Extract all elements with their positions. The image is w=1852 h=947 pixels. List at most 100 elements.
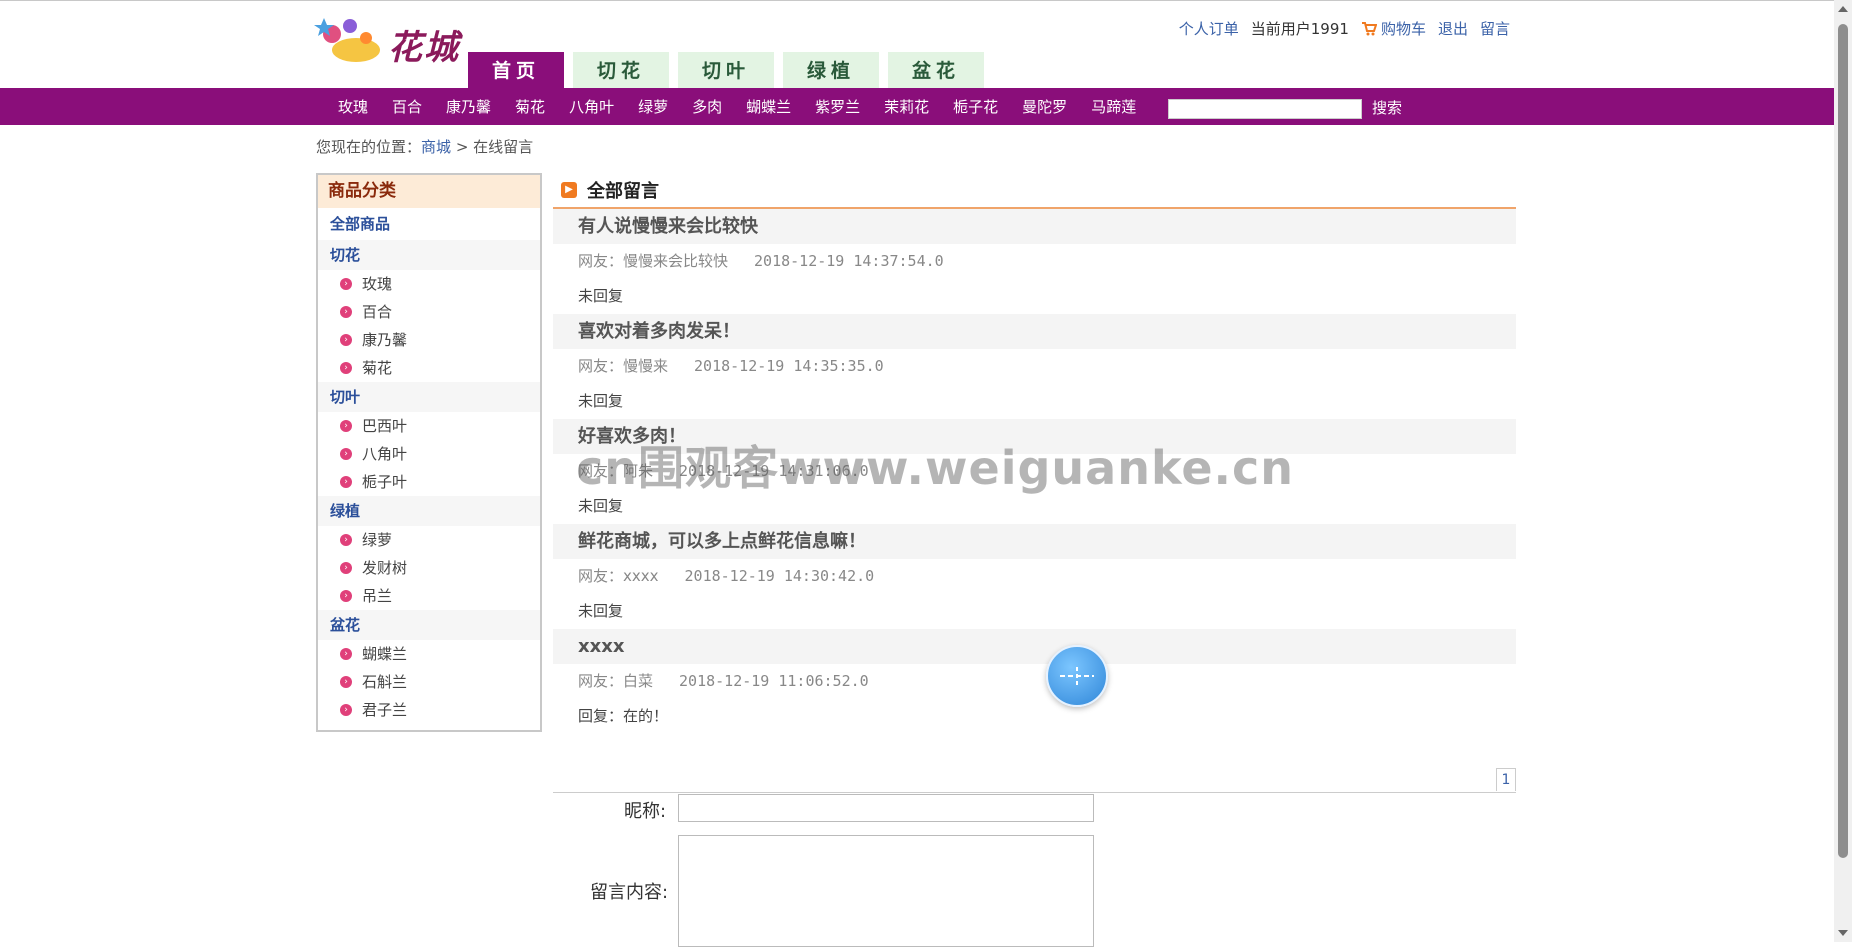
sidebar-item[interactable]: › 玫瑰 xyxy=(318,270,540,298)
message-meta: 网友：xxxx 2018-12-19 14:30:42.0 xyxy=(553,559,1516,594)
category-bar: 玫瑰 百合 康乃馨 菊花 八角叶 绿萝 多肉 蝴蝶兰 紫罗兰 茉莉花 栀子花 曼… xyxy=(0,88,1834,125)
scroll-down-icon[interactable] xyxy=(1838,930,1848,936)
scroll-thumb[interactable] xyxy=(1838,24,1848,858)
sidebar-item[interactable]: › 百合 xyxy=(318,298,540,326)
sidebar-item-label: 栀子叶 xyxy=(362,473,408,491)
message-content-field[interactable] xyxy=(678,835,1094,947)
message-title: xxxx xyxy=(553,629,1516,664)
sidebar-item[interactable]: › 绿萝 xyxy=(318,526,540,554)
category-nav: 玫瑰 百合 康乃馨 菊花 八角叶 绿萝 多肉 蝴蝶兰 紫罗兰 茉莉花 栀子花 曼… xyxy=(338,88,1160,125)
sidebar-item-label: 康乃馨 xyxy=(362,331,408,349)
tab-cut-flowers[interactable]: 切花 xyxy=(573,52,669,88)
category-link[interactable]: 曼陀罗 xyxy=(1022,96,1067,117)
message-item: xxxx 网友：白菜 2018-12-19 11:06:52.0 回复：在的！ xyxy=(553,629,1516,734)
sidebar-item-label: 发财树 xyxy=(362,559,408,577)
message-title: 有人说慢慢来会比较快 xyxy=(553,209,1516,244)
category-link[interactable]: 玫瑰 xyxy=(338,96,368,117)
message-meta: 网友：慢慢来 2018-12-19 14:35:35.0 xyxy=(553,349,1516,384)
bullet-icon: › xyxy=(340,420,352,432)
breadcrumb-current: 在线留言 xyxy=(473,138,534,156)
bullet-icon: › xyxy=(340,676,352,688)
cart-label: 购物车 xyxy=(1380,20,1426,38)
sidebar-item[interactable]: › 君子兰 xyxy=(318,696,540,724)
tab-potted-flowers[interactable]: 盆花 xyxy=(888,52,984,88)
category-link[interactable]: 绿萝 xyxy=(638,96,668,117)
sidebar-item-label: 蝴蝶兰 xyxy=(362,645,408,663)
site-logo[interactable]: 花城 xyxy=(314,12,464,68)
sidebar-title: 商品分类 xyxy=(318,175,540,208)
category-link[interactable]: 栀子花 xyxy=(953,96,998,117)
sidebar-item-label: 百合 xyxy=(362,303,393,321)
category-link[interactable]: 多肉 xyxy=(692,96,722,117)
search-button[interactable]: 搜索 xyxy=(1372,97,1402,118)
nickname-field[interactable] xyxy=(678,794,1094,822)
search-input[interactable] xyxy=(1168,99,1362,119)
pagination: 1 xyxy=(553,768,1516,793)
message-time: 2018-12-19 14:37:54.0 xyxy=(754,252,944,270)
logout-link[interactable]: 退出 xyxy=(1438,18,1468,39)
sidebar-group-green-plants[interactable]: 绿植 xyxy=(318,496,540,526)
category-link[interactable]: 紫罗兰 xyxy=(815,96,860,117)
sidebar-item[interactable]: › 发财树 xyxy=(318,554,540,582)
sidebar-item[interactable]: › 巴西叶 xyxy=(318,412,540,440)
watermark: cn围观客www.weiguanke.cn xyxy=(576,441,1295,495)
page-scrollbar[interactable] xyxy=(1834,0,1852,942)
page-number[interactable]: 1 xyxy=(1496,768,1516,791)
sidebar-group-cut-flowers[interactable]: 切花 xyxy=(318,240,540,270)
main-nav-tabs: 首页 切花 切叶 绿植 盆花 xyxy=(468,52,984,88)
floating-action-button[interactable] xyxy=(1046,645,1108,707)
bullet-icon: › xyxy=(340,362,352,374)
category-link[interactable]: 菊花 xyxy=(515,96,545,117)
message-time: 2018-12-19 14:30:42.0 xyxy=(684,567,875,585)
message-user: 网友：慢慢来会比较快 xyxy=(578,252,729,270)
bullet-icon: › xyxy=(340,704,352,716)
breadcrumb-separator: > xyxy=(455,138,469,156)
category-link[interactable]: 康乃馨 xyxy=(446,96,491,117)
logo-text: 花城 xyxy=(388,28,460,68)
sidebar-item[interactable]: › 菊花 xyxy=(318,354,540,382)
sidebar-item-label: 巴西叶 xyxy=(362,417,408,435)
message-user: 网友：慢慢来 xyxy=(578,357,669,375)
sidebar-item[interactable]: › 蝴蝶兰 xyxy=(318,640,540,668)
arrow-right-icon: ▶ xyxy=(561,182,577,198)
sidebar-item[interactable]: › 八角叶 xyxy=(318,440,540,468)
bullet-icon: › xyxy=(340,648,352,660)
tab-green-plants[interactable]: 绿植 xyxy=(783,52,879,88)
category-link[interactable]: 八角叶 xyxy=(569,96,614,117)
message-title: 鲜花商城，可以多上点鲜花信息嘛！ xyxy=(553,524,1516,559)
message-reply: 未回复 xyxy=(578,602,624,620)
message-time: 2018-12-19 11:06:52.0 xyxy=(679,672,869,690)
orders-link[interactable]: 个人订单 xyxy=(1179,18,1239,39)
sidebar-item[interactable]: › 吊兰 xyxy=(318,582,540,610)
message-item: 鲜花商城，可以多上点鲜花信息嘛！ 网友：xxxx 2018-12-19 14:30… xyxy=(553,524,1516,629)
sidebar-item[interactable]: › 康乃馨 xyxy=(318,326,540,354)
cart-link[interactable]: 购物车 xyxy=(1361,18,1426,39)
user-bar: 个人订单 当前用户1991 购物车 退出 留言 xyxy=(1179,18,1510,39)
breadcrumb: 您现在的位置：商城 > 在线留言 xyxy=(316,136,533,157)
message-user: 网友：xxxx xyxy=(578,567,659,585)
sidebar-group-potted-flowers[interactable]: 盆花 xyxy=(318,610,540,640)
nickname-label: 昵称: xyxy=(624,801,667,822)
tab-cut-leaves[interactable]: 切叶 xyxy=(678,52,774,88)
message-meta: 网友：白菜 2018-12-19 11:06:52.0 xyxy=(553,664,1516,699)
sidebar-item[interactable]: › 栀子叶 xyxy=(318,468,540,496)
message-link[interactable]: 留言 xyxy=(1480,18,1510,39)
breadcrumb-shop-link[interactable]: 商城 xyxy=(421,138,451,156)
category-link[interactable]: 茉莉花 xyxy=(884,96,929,117)
breadcrumb-prefix: 您现在的位置： xyxy=(316,138,422,156)
bullet-icon: › xyxy=(340,534,352,546)
bullet-icon: › xyxy=(340,278,352,290)
sidebar-item-label: 吊兰 xyxy=(362,587,393,605)
sidebar-all-products[interactable]: 全部商品 xyxy=(318,208,540,240)
scroll-up-icon[interactable] xyxy=(1838,6,1848,12)
message-item: 喜欢对着多肉发呆！ 网友：慢慢来 2018-12-19 14:35:35.0 未回… xyxy=(553,314,1516,419)
category-link[interactable]: 马蹄莲 xyxy=(1091,96,1136,117)
sidebar-item[interactable]: › 石斛兰 xyxy=(318,668,540,696)
category-link[interactable]: 蝴蝶兰 xyxy=(746,96,791,117)
content-label: 留言内容: xyxy=(590,882,669,903)
sidebar-group-cut-leaves[interactable]: 切叶 xyxy=(318,382,540,412)
category-link[interactable]: 百合 xyxy=(392,96,422,117)
message-reply: 未回复 xyxy=(578,392,624,410)
messages-title: 全部留言 xyxy=(587,181,659,202)
tab-home[interactable]: 首页 xyxy=(468,52,564,88)
